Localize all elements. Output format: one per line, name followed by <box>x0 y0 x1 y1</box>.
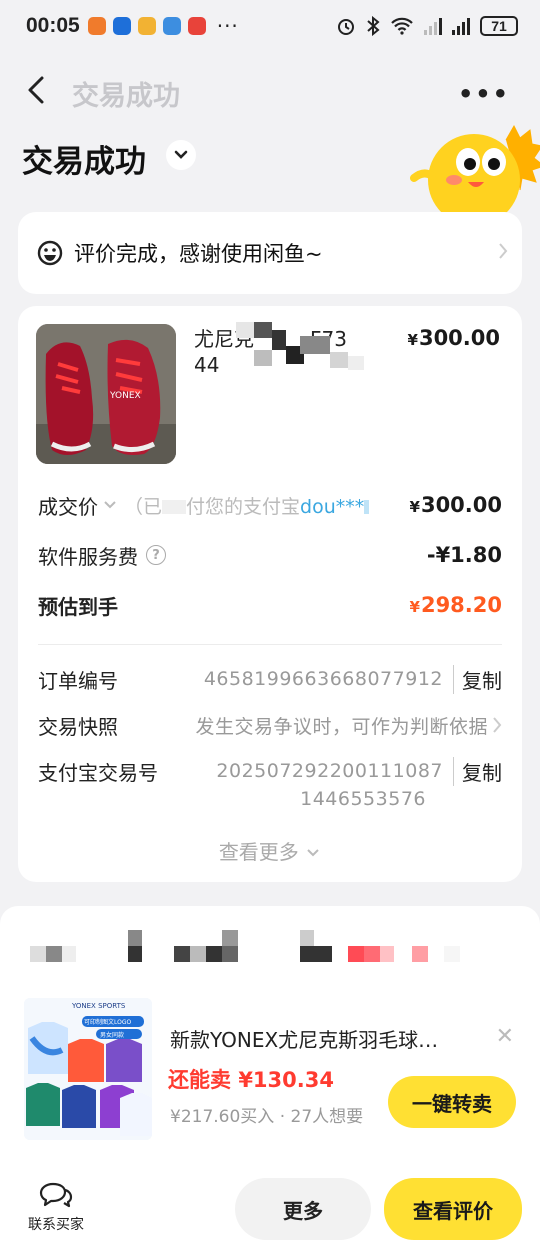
alipay-label: 支付宝交易号 <box>38 760 158 785</box>
smile-face-icon <box>37 240 63 266</box>
snapshot-label: 交易快照 <box>38 714 118 739</box>
copy-order-button[interactable]: 复制 <box>453 664 502 694</box>
close-icon[interactable]: ✕ <box>496 1024 514 1049</box>
alipay-number-line1: 20250729220011108​7 <box>216 760 443 782</box>
see-more-label: 查看更多 <box>218 840 299 864</box>
alipay-row: 支付宝交易号 20250729220011108​7 复制 <box>38 756 502 786</box>
order-number-value: 4658199663668077912 <box>203 668 443 690</box>
status-toggle-button[interactable] <box>166 140 196 170</box>
product-image[interactable]: YONEX <box>36 324 176 464</box>
chevron-right-icon <box>499 243 508 259</box>
app-notification-icon <box>112 17 131 35</box>
resell-price: 还能卖 ¥130.34 <box>168 1068 334 1092</box>
chevron-down-icon <box>174 150 188 159</box>
estimated-value: ¥298.20 <box>409 593 502 617</box>
contact-buyer-label: 联系买家 <box>28 1217 84 1233</box>
nav-title: 交易成功 <box>72 81 180 112</box>
deal-price-value: ¥300.00 <box>409 493 502 517</box>
product-price: ¥300.00 <box>407 326 500 350</box>
app-notification-icon <box>187 17 206 35</box>
view-review-button[interactable]: 查看评价 <box>384 1178 522 1240</box>
svg-text:YONEX: YONEX <box>109 391 141 401</box>
see-more-button[interactable]: 查看更多 <box>18 836 522 865</box>
resell-product-image[interactable]: YONEX SPORTS 可印制图文LOGO 男女同款 <box>24 998 152 1140</box>
signal-icon <box>452 17 470 35</box>
battery-icon: 71 <box>480 16 518 36</box>
navigation-bar: 交易成功 ••• <box>0 62 540 118</box>
more-notifications-icon: ··· <box>216 14 239 38</box>
deal-price-row: 成交价 （已付您的支付宝dou***） ¥300.00 <box>38 490 502 520</box>
service-fee-value: -¥1.80 <box>426 543 502 567</box>
svg-text:可印制图文LOGO: 可印制图文LOGO <box>84 1018 132 1026</box>
estimated-label: 预估到手 <box>38 594 118 619</box>
back-arrow-icon[interactable] <box>22 74 54 106</box>
wifi-icon <box>391 17 413 35</box>
snapshot-row[interactable]: 交易快照 发生交易争议时，可作为判断依据 <box>38 710 502 740</box>
app-notification-icon <box>162 17 181 35</box>
order-card: YONEX 尤尼克F73 44 ¥300.00 成交价 （已付您的支付宝dou*… <box>18 306 522 882</box>
chat-bubble-icon <box>39 1182 73 1208</box>
one-click-resell-button[interactable]: 一键转卖 <box>388 1076 516 1128</box>
chevron-down-icon <box>307 849 319 857</box>
divider <box>38 644 502 645</box>
deal-price-note: （已付您的支付宝dou***） <box>124 492 369 519</box>
svg-text:YONEX SPORTS: YONEX SPORTS <box>71 1002 126 1010</box>
resell-title[interactable]: 新款YONEX尤尼克斯羽毛球… <box>170 1024 470 1053</box>
alipay-row-2: 1446553576 <box>38 784 502 814</box>
status-time: 00:05 <box>26 14 80 37</box>
contact-buyer-button[interactable]: 联系买家 <box>22 1180 90 1234</box>
app-notification-icon <box>137 17 156 35</box>
estimated-row: 预估到手 ¥298.20 <box>38 590 502 620</box>
chevron-right-icon <box>493 717 502 733</box>
service-fee-row: 软件服务费 ? -¥1.80 <box>38 540 502 570</box>
review-banner-text: 评价完成，感谢使用闲鱼~ <box>74 242 323 266</box>
svg-text:男女同款: 男女同款 <box>100 1031 124 1039</box>
copy-alipay-button[interactable]: 复制 <box>453 756 502 786</box>
more-dots-icon[interactable]: ••• <box>458 80 510 108</box>
resell-meta: ¥217.60买入 · 27人想要 <box>170 1107 364 1127</box>
signal-icon <box>424 17 442 35</box>
fish-mascot-icon <box>410 124 540 218</box>
jersey-image: YONEX SPORTS 可印制图文LOGO 男女同款 <box>24 998 152 1140</box>
more-button[interactable]: 更多 <box>235 1178 371 1240</box>
status-bar: 00:05 ··· 71 <box>0 0 540 52</box>
page-title: 交易成功 <box>22 144 146 180</box>
privacy-mosaic <box>236 316 396 378</box>
deal-price-label: 成交价 <box>38 494 98 519</box>
app-notification-icon <box>87 17 106 35</box>
alarm-icon <box>338 19 354 35</box>
order-number-label: 订单编号 <box>38 668 118 693</box>
bottom-panel: YONEX SPORTS 可印制图文LOGO 男女同款 新款YONEX尤尼克斯羽… <box>0 906 540 1252</box>
order-number-row: 订单编号 4658199663668077912 复制 <box>38 664 502 694</box>
chevron-down-icon[interactable] <box>102 499 118 511</box>
review-banner[interactable]: 评价完成，感谢使用闲鱼~ <box>18 212 522 294</box>
alipay-number-line2: 1446553576 <box>300 788 426 810</box>
service-fee-label: 软件服务费 <box>38 544 138 569</box>
bluetooth-icon <box>367 16 380 36</box>
snapshot-value: 发生交易争议时，可作为判断依据 <box>195 715 488 738</box>
privacy-mosaic <box>30 930 470 964</box>
help-question-icon[interactable]: ? <box>146 545 166 565</box>
